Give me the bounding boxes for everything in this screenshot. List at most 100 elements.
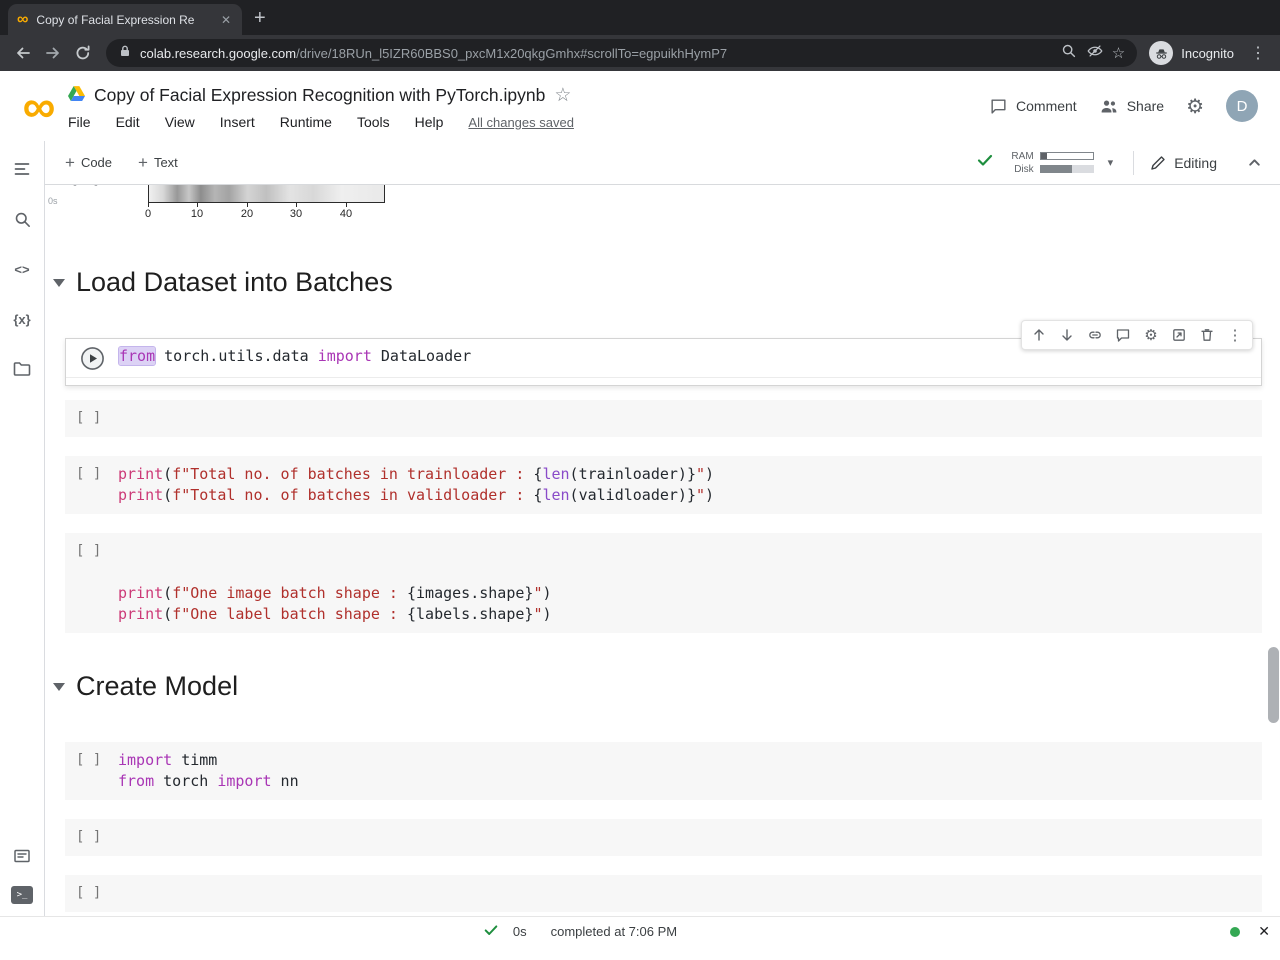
menu-runtime[interactable]: Runtime	[280, 114, 332, 130]
code-token: )	[542, 584, 552, 602]
code-token: (	[163, 584, 173, 602]
table-of-contents-icon[interactable]	[10, 157, 34, 181]
move-cell-up-button[interactable]	[1025, 322, 1053, 348]
add-text-button[interactable]: + Text	[138, 154, 178, 171]
incognito-indicator[interactable]: Incognito	[1149, 41, 1234, 65]
cell-toolbar: ⚙ ⋮	[1021, 320, 1253, 350]
code-editor[interactable]: print(f"One image batch shape : {images.…	[118, 541, 1262, 625]
share-button[interactable]: Share	[1099, 97, 1164, 115]
browser-menu-icon[interactable]: ⋮	[1244, 43, 1272, 63]
new-tab-button[interactable]: +	[254, 8, 266, 28]
pencil-icon	[1151, 155, 1165, 170]
code-line: print(f"Total no. of batches in trainloa…	[118, 464, 1262, 485]
code-token: from	[118, 772, 155, 790]
code-token: )	[705, 465, 715, 483]
code-token: nn	[271, 772, 299, 790]
code-editor[interactable]	[118, 883, 1262, 904]
code-cell-batch-counts[interactable]: [ ] print(f"Total no. of batches in trai…	[65, 456, 1262, 514]
editing-mode-button[interactable]: Editing	[1150, 155, 1217, 171]
code-token: f"Total no. of batches in trainloader :	[172, 465, 534, 483]
menu-insert[interactable]: Insert	[220, 114, 255, 130]
code-cell-empty[interactable]: [ ]	[65, 400, 1262, 437]
code-editor[interactable]	[118, 408, 1262, 429]
add-comment-button[interactable]	[1109, 322, 1137, 348]
code-cell-empty[interactable]: [ ]	[65, 875, 1262, 912]
browser-tab[interactable]: ∞ Copy of Facial Expression Re ✕	[8, 4, 242, 35]
code-token: (validloader)}	[569, 486, 696, 504]
menu-edit[interactable]: Edit	[116, 114, 140, 130]
command-palette-icon[interactable]	[10, 844, 34, 868]
comment-button[interactable]: Comment	[989, 97, 1077, 116]
axis-tick	[148, 203, 149, 207]
code-token: f"One label batch shape :	[172, 605, 407, 623]
section-heading-create-model[interactable]: Create Model	[53, 671, 1262, 702]
code-token: from	[117, 346, 157, 366]
code-editor[interactable]	[118, 827, 1262, 848]
reload-icon[interactable]	[68, 38, 98, 68]
code-token: "	[695, 486, 706, 504]
forward-icon[interactable]	[38, 38, 68, 68]
code-token: DataLoader	[371, 347, 472, 365]
section-collapse-icon[interactable]	[53, 278, 65, 287]
terminal-icon[interactable]: >_	[11, 886, 33, 904]
notebook-title[interactable]: Copy of Facial Expression Recognition wi…	[94, 85, 545, 106]
section-collapse-icon[interactable]	[53, 682, 65, 691]
menu-file[interactable]: File	[68, 114, 91, 130]
eye-off-icon[interactable]	[1086, 42, 1104, 65]
axis-tick-label: 40	[339, 208, 353, 220]
code-snippets-icon[interactable]: <>	[10, 257, 34, 281]
left-rail: <> {x} >_	[0, 141, 45, 916]
code-cell-batch-shapes[interactable]: [ ] print(f"One image batch shape : {ima…	[65, 533, 1262, 633]
section-title: Load Dataset into Batches	[76, 267, 393, 297]
resource-monitor[interactable]: RAM Disk ▾	[1008, 151, 1114, 175]
search-icon[interactable]	[10, 207, 34, 231]
menu-tools[interactable]: Tools	[357, 114, 390, 130]
run-cell-button[interactable]	[66, 346, 119, 371]
colab-logo-icon[interactable]: ∞	[10, 74, 68, 138]
runtime-check-icon	[976, 151, 994, 174]
chevron-down-icon[interactable]: ▾	[1108, 156, 1114, 169]
cell-settings-gear-icon[interactable]: ⚙	[1137, 322, 1165, 348]
code-editor[interactable]: import timm from torch import nn	[118, 750, 1262, 792]
axis-tick	[296, 203, 297, 207]
add-code-button[interactable]: + Code	[65, 154, 112, 171]
menu-help[interactable]: Help	[415, 114, 444, 130]
code-cell-dataloader[interactable]: ⚙ ⋮ from torch.utils.data import DataLoa…	[65, 320, 1262, 386]
code-cell-imports[interactable]: [ ] import timm from torch import nn	[65, 742, 1262, 800]
variables-icon[interactable]: {x}	[10, 307, 34, 331]
code-editor[interactable]: print(f"Total no. of batches in trainloa…	[118, 464, 1262, 506]
back-icon[interactable]	[8, 38, 38, 68]
settings-gear-icon[interactable]: ⚙	[1186, 94, 1204, 119]
scrollbar-thumb[interactable]	[1268, 647, 1279, 723]
zoom-icon[interactable]	[1060, 42, 1078, 65]
avatar[interactable]: D	[1226, 90, 1258, 122]
code-cell-empty[interactable]: [ ]	[65, 819, 1262, 856]
incognito-icon	[1149, 41, 1174, 65]
move-cell-down-button[interactable]	[1053, 322, 1081, 348]
open-in-tab-button[interactable]	[1165, 322, 1193, 348]
menu-view[interactable]: View	[165, 114, 195, 130]
link-to-cell-button[interactable]	[1081, 322, 1109, 348]
save-status-link[interactable]: All changes saved	[468, 115, 574, 130]
code-token: print	[118, 584, 164, 602]
code-token: "	[695, 465, 706, 483]
status-close-icon[interactable]: ✕	[1258, 923, 1270, 940]
axis-tick-label: 30	[289, 208, 303, 220]
url-text: colab.research.google.com/drive/18RUn_l5…	[140, 45, 728, 61]
delete-cell-button[interactable]	[1193, 322, 1221, 348]
bookmark-star-icon[interactable]: ☆	[1112, 44, 1125, 62]
chevron-up-icon[interactable]	[1247, 155, 1262, 170]
status-time: 0s	[512, 924, 527, 939]
url-bar[interactable]: colab.research.google.com/drive/18RUn_l5…	[106, 39, 1138, 67]
axis-tick	[197, 203, 198, 207]
tab-close-icon[interactable]: ✕	[219, 13, 233, 27]
files-folder-icon[interactable]	[10, 357, 34, 381]
star-notebook-icon[interactable]: ☆	[554, 84, 571, 107]
code-line: print(f"One label batch shape : {labels.…	[118, 604, 1262, 625]
section-heading-load-dataset[interactable]: Load Dataset into Batches	[53, 267, 1262, 298]
code-token: (	[163, 605, 173, 623]
cell-menu-kebab-icon[interactable]: ⋮	[1221, 322, 1249, 348]
code-token: {labels.shape}	[407, 605, 534, 623]
code-line: print(f"One image batch shape : {images.…	[118, 583, 1262, 604]
